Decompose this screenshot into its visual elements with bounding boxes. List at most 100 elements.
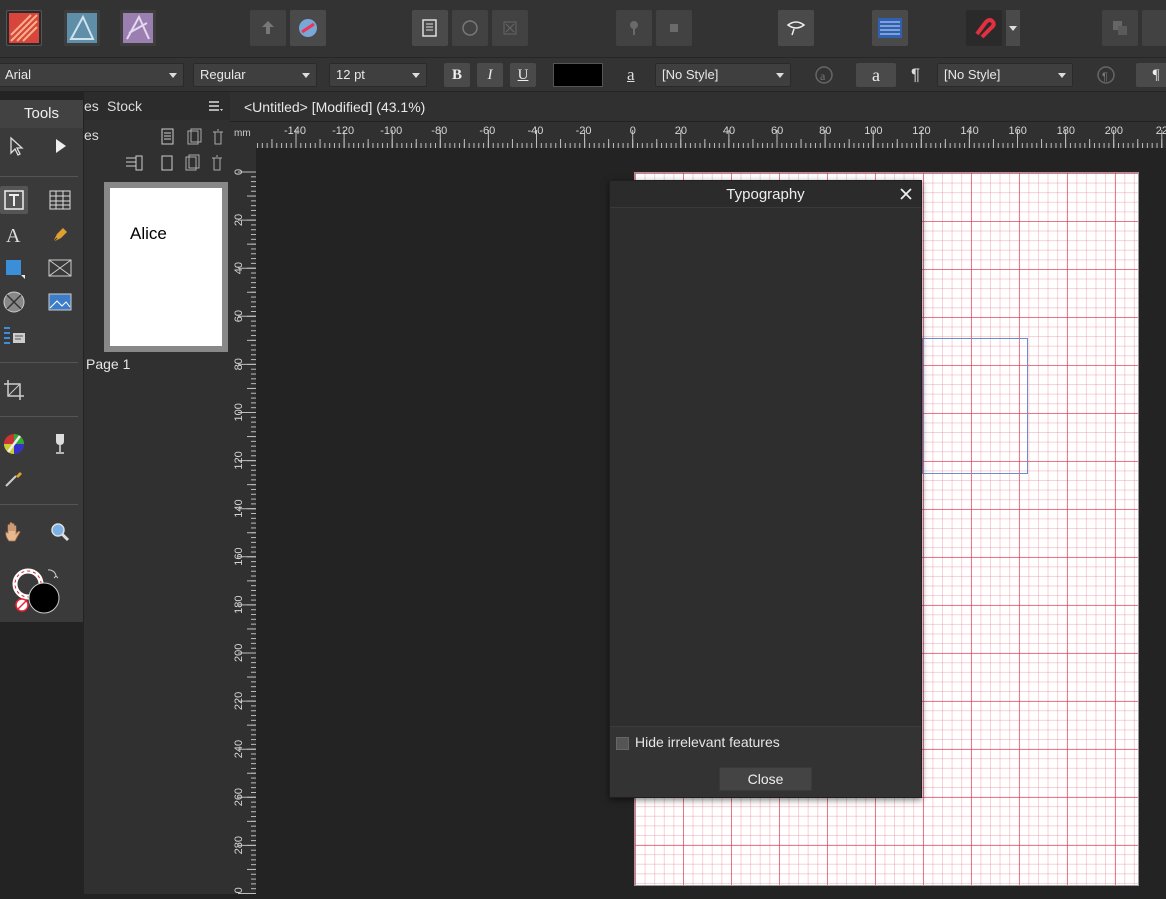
text-color-swatch[interactable] — [553, 63, 603, 87]
pages-icon — [422, 19, 437, 37]
snapping-dropdown[interactable] — [1006, 10, 1020, 46]
photo-persona-button[interactable] — [120, 10, 156, 46]
table-of-contents-tool[interactable] — [0, 322, 28, 350]
character-style-clear-button[interactable]: a — [810, 63, 838, 87]
designer-persona-button[interactable] — [64, 10, 100, 46]
document-tab-bar: <Untitled> [Modified] (43.1%) — [230, 92, 1166, 122]
magnifier-icon — [51, 523, 70, 542]
zoom-tool[interactable] — [46, 518, 74, 546]
ruler-label: 0 — [233, 169, 245, 175]
publisher-logo-icon — [9, 13, 39, 43]
ruler-label: 22 — [1156, 125, 1166, 137]
color-picker-tool[interactable] — [0, 464, 28, 492]
letter-a-icon: a — [872, 65, 880, 85]
tab-stock[interactable]: Stock — [107, 98, 142, 114]
transparency-tool[interactable] — [46, 430, 74, 458]
preflight-button[interactable] — [412, 10, 448, 46]
underline-button[interactable]: U — [510, 63, 536, 87]
share-button[interactable] — [250, 10, 286, 46]
color-swatches[interactable] — [10, 566, 64, 614]
cross-button[interactable] — [492, 10, 528, 46]
fill-stroke-swatch-icon — [12, 568, 60, 614]
picture-frame-tool[interactable] — [46, 254, 74, 282]
pen-tool[interactable] — [46, 220, 74, 248]
ruler-label: 240 — [233, 740, 245, 758]
panel-menu-icon[interactable] — [208, 99, 224, 117]
hide-irrelevant-checkbox[interactable] — [616, 737, 629, 750]
move-tool[interactable] — [2, 132, 30, 160]
square-button[interactable] — [656, 10, 692, 46]
ruler-label: 180 — [1057, 125, 1075, 137]
ruler-label: 120 — [912, 125, 930, 137]
chevron-down-icon — [1058, 73, 1066, 78]
svg-text:a: a — [820, 69, 826, 83]
font-style-select[interactable]: Regular — [193, 63, 317, 87]
table-tool[interactable] — [46, 186, 74, 214]
insert-pages-from-file-icon — [126, 155, 143, 171]
ruler-label: 20 — [233, 214, 245, 226]
ruler-label: 140 — [233, 499, 245, 517]
font-family-select[interactable]: Arial — [0, 63, 184, 87]
document-title[interactable]: <Untitled> [Modified] (43.1%) — [244, 99, 425, 115]
page-thumbnail[interactable]: Alice — [104, 182, 228, 352]
frame-text-tool[interactable] — [0, 186, 28, 214]
ruler-label: 180 — [233, 596, 245, 614]
page-actions-row-1 — [161, 128, 223, 145]
square-icon — [670, 24, 678, 32]
ellipse-frame-tool[interactable] — [0, 288, 28, 316]
font-size-select[interactable]: 12 pt — [329, 63, 427, 87]
italic-button[interactable]: I — [477, 63, 503, 87]
baseline-grid-button[interactable] — [872, 10, 908, 46]
node-tool[interactable] — [46, 132, 74, 160]
arrange-button[interactable] — [1102, 10, 1138, 46]
ruler-label: 40 — [723, 125, 735, 137]
bold-button[interactable]: B — [444, 63, 470, 87]
text-frame[interactable] — [922, 338, 1028, 474]
shape-tool[interactable] — [0, 254, 28, 282]
duplicate-page-icon — [187, 128, 202, 145]
context-toolbar: Arial Regular 12 pt B I U a [No Style] a… — [0, 58, 1166, 92]
fill-tool[interactable] — [0, 430, 28, 458]
tool-separator — [0, 504, 78, 505]
ruler-label: 220 — [233, 692, 245, 710]
snapping-button[interactable] — [966, 10, 1002, 46]
publisher-persona-button[interactable] — [6, 10, 42, 46]
close-icon[interactable] — [897, 185, 915, 203]
vertical-ruler[interactable]: 0 20 40 60 80 100 120 140 160 180 200 220 240 260 280 3… — [230, 148, 256, 899]
crop-tool[interactable] — [0, 376, 28, 404]
font-style-value: Regular — [200, 67, 246, 82]
dialog-title: Typography — [726, 186, 805, 203]
page-preview-text: Alice — [130, 224, 167, 243]
paragraph-style-clear-button[interactable]: ¶ — [1092, 63, 1120, 87]
tool-separator — [0, 362, 78, 363]
circle-tool-button[interactable] — [452, 10, 488, 46]
horizontal-ruler[interactable]: -140 -120 -100 -80 -60 -40 -20 0 20 40 60 80 100 120 1… — [247, 122, 1166, 148]
place-image-tool[interactable] — [46, 288, 74, 316]
paragraph-icon[interactable]: ¶ — [911, 63, 920, 87]
paragraph-style-button[interactable]: ¶ — [1136, 63, 1166, 87]
circled-pilcrow-icon: ¶ — [1097, 66, 1115, 84]
artistic-text-tool[interactable]: A — [0, 220, 28, 248]
chevron-down-icon — [302, 73, 310, 78]
more-button[interactable] — [1142, 10, 1166, 46]
paragraph-style-select[interactable]: [No Style] — [937, 63, 1073, 87]
frame-text-icon — [4, 190, 24, 210]
ruler-label: 40 — [233, 262, 245, 274]
main-toolbar — [0, 0, 1166, 58]
ruler-unit[interactable]: mm — [230, 122, 256, 148]
character-style-button[interactable]: a — [856, 63, 896, 87]
dialog-footer: Hide irrelevant features Close — [610, 726, 921, 797]
character-style-value: [No Style] — [662, 67, 719, 82]
tab-pages[interactable]: es — [84, 98, 99, 114]
pin-button[interactable] — [616, 10, 652, 46]
assistant-button[interactable] — [290, 10, 326, 46]
character-panel-icon[interactable]: a — [627, 63, 635, 87]
ruler-label: 160 — [1009, 125, 1027, 137]
view-mode-button[interactable] — [778, 10, 814, 46]
view-tool[interactable] — [0, 518, 28, 546]
view-icon — [786, 21, 806, 36]
dialog-header: Typography — [610, 181, 921, 208]
character-style-select[interactable]: [No Style] — [655, 63, 791, 87]
close-button[interactable]: Close — [719, 767, 812, 791]
trash-icon — [212, 155, 222, 171]
